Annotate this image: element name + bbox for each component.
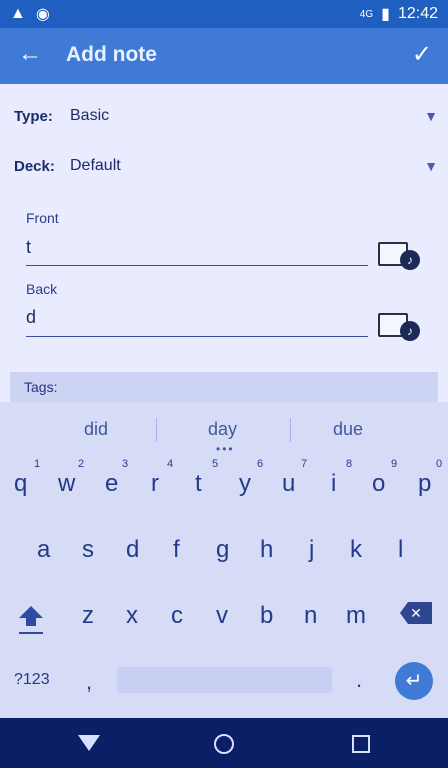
music-note-icon: ♪	[400, 250, 420, 270]
key-r[interactable]: r	[151, 470, 159, 498]
key-w[interactable]: w	[58, 470, 75, 498]
app-bar: ← Add note ✓	[0, 28, 448, 84]
key-hint: 9	[391, 458, 398, 470]
key-p[interactable]: p	[418, 470, 431, 498]
network-label: 4G	[359, 8, 374, 20]
backspace-icon[interactable]: ✕	[400, 602, 432, 624]
key-hint: 4	[167, 458, 174, 470]
key-t[interactable]: t	[195, 470, 202, 498]
back-field[interactable]: d	[26, 307, 36, 328]
key-y[interactable]: y	[239, 470, 251, 498]
music-note-icon: ♪	[400, 321, 420, 341]
spacebar[interactable]	[117, 667, 332, 693]
key-hint: 8	[346, 458, 353, 470]
page-title: Add note	[66, 43, 157, 66]
key-f[interactable]: f	[173, 536, 180, 564]
key-a[interactable]: a	[37, 536, 50, 564]
key-n[interactable]: n	[304, 602, 317, 630]
suggestion-1[interactable]: did	[84, 419, 108, 440]
key-x[interactable]: x	[126, 602, 138, 630]
key-hint: 1	[34, 458, 41, 470]
back-field-label: Back	[26, 281, 58, 297]
suggestion-divider	[290, 418, 291, 442]
keyboard: did day due ••• 1 2 3 4 5 6 7 8 9 0 q w …	[0, 402, 448, 718]
key-s[interactable]: s	[82, 536, 94, 564]
type-label: Type:	[14, 108, 53, 125]
key-j[interactable]: j	[309, 536, 314, 564]
more-suggestions-icon[interactable]: •••	[216, 442, 235, 456]
key-m[interactable]: m	[346, 602, 366, 630]
shift-icon	[19, 606, 43, 618]
key-hint: 5	[212, 458, 219, 470]
camera-icon: ◉	[35, 6, 50, 23]
key-h[interactable]: h	[260, 536, 273, 564]
back-arrow-icon[interactable]: ←	[18, 40, 42, 68]
shift-icon-bar	[19, 632, 43, 634]
check-icon[interactable]: ✓	[412, 40, 432, 69]
key-c[interactable]: c	[171, 602, 183, 630]
key-b[interactable]: b	[260, 602, 273, 630]
front-underline	[26, 265, 368, 266]
note-form: Type: Basic ▼ Deck: Default ▼ Front t ♪ …	[0, 84, 448, 402]
key-v[interactable]: v	[216, 602, 228, 630]
deck-label: Deck:	[14, 158, 55, 175]
nav-recents-icon[interactable]	[352, 735, 370, 753]
tags-field[interactable]: Tags:	[10, 372, 438, 402]
nav-home-icon[interactable]	[214, 734, 234, 754]
key-u[interactable]: u	[282, 470, 295, 498]
nav-back-icon[interactable]	[78, 735, 100, 751]
type-dropdown[interactable]: Basic	[70, 107, 109, 125]
enter-icon[interactable]: ↵	[395, 662, 433, 700]
front-field[interactable]: t	[26, 237, 31, 258]
key-hint: 6	[257, 458, 264, 470]
symbols-key[interactable]: ?123	[14, 671, 50, 689]
key-hint: 7	[301, 458, 308, 470]
deck-dropdown[interactable]: Default	[70, 157, 121, 175]
chevron-down-icon[interactable]: ▼	[424, 158, 438, 174]
front-field-label: Front	[26, 210, 59, 226]
back-underline	[26, 336, 368, 337]
period-key[interactable]: .	[356, 667, 362, 693]
suggestion-bar: did day due •••	[0, 402, 448, 458]
back-media-button[interactable]: ♪	[378, 309, 420, 341]
shift-key[interactable]	[16, 606, 46, 642]
battery-icon: ▮	[381, 6, 390, 23]
warning-icon: ▲	[10, 5, 26, 22]
suggestion-3[interactable]: due	[333, 419, 363, 440]
suggestion-divider	[156, 418, 157, 442]
key-hint: 3	[122, 458, 129, 470]
chevron-down-icon[interactable]: ▼	[424, 108, 438, 124]
key-d[interactable]: d	[126, 536, 139, 564]
key-k[interactable]: k	[350, 536, 362, 564]
key-o[interactable]: o	[372, 470, 385, 498]
key-q[interactable]: q	[14, 470, 27, 498]
key-e[interactable]: e	[105, 470, 118, 498]
tags-label: Tags:	[24, 379, 58, 395]
comma-key[interactable]: ,	[86, 669, 92, 695]
status-time: 12:42	[397, 5, 438, 22]
key-l[interactable]: l	[398, 536, 403, 564]
key-i[interactable]: i	[331, 470, 336, 498]
key-hint: 2	[78, 458, 85, 470]
navigation-bar	[0, 718, 448, 768]
status-bar: ▲ ◉ 4G ▮ 12:42	[0, 0, 448, 28]
suggestion-2[interactable]: day	[208, 419, 237, 440]
key-hint: 0	[436, 458, 443, 470]
key-z[interactable]: z	[82, 602, 94, 630]
shift-icon-stem	[26, 618, 36, 626]
key-g[interactable]: g	[216, 536, 229, 564]
front-media-button[interactable]: ♪	[378, 238, 420, 270]
